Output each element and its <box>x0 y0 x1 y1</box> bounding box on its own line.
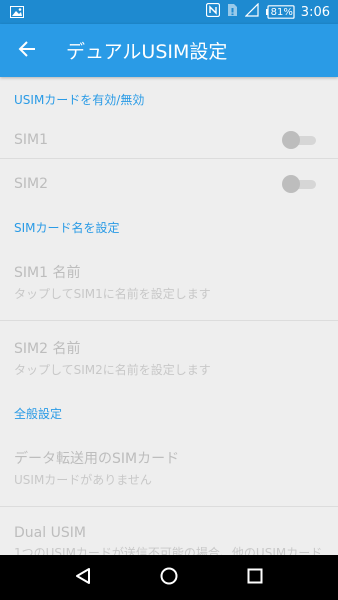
switch-thumb <box>282 175 300 193</box>
nav-recents-button[interactable] <box>235 558 275 598</box>
sim2-label: SIM2 <box>14 176 49 192</box>
dual-usim-row[interactable]: Dual USIM 1つのUSIMカードが送信不可能の場合、他のUSIMカードに… <box>0 507 338 555</box>
sim2-toggle-row[interactable]: SIM2 <box>0 159 338 209</box>
sim1-name-row[interactable]: SIM1 名前 タップしてSIM1に名前を設定します <box>0 245 338 321</box>
settings-list[interactable]: USIMカードを有効/無効 SIM1 SIM2 SIMカード名を設定 SIM1 … <box>0 77 338 555</box>
data-sim-subtitle: USIMカードがありません <box>14 473 152 487</box>
switch-thumb <box>282 130 300 149</box>
section-header-general: 全般設定 <box>14 406 63 421</box>
clock: 3:06 <box>300 4 330 20</box>
dual-usim-title: Dual USIM <box>14 525 86 541</box>
sim-status-icon <box>227 3 238 21</box>
status-bar: 81% 3:06 <box>0 0 338 24</box>
data-sim-row[interactable]: データ転送用のSIMカード USIMカードがありません <box>0 431 338 507</box>
section-header-sim-name: SIMカード名を設定 <box>14 220 120 235</box>
app-bar: デュアルUSIM設定 <box>0 24 338 77</box>
home-circle-icon <box>160 567 178 589</box>
recents-square-icon <box>247 568 263 588</box>
sim1-name-subtitle: タップしてSIM1に名前を設定します <box>14 287 211 301</box>
back-button[interactable] <box>0 24 54 77</box>
page-title: デュアルUSIM設定 <box>66 41 228 63</box>
back-triangle-icon <box>75 567 91 589</box>
sim1-switch[interactable] <box>282 130 316 149</box>
sim1-label: SIM1 <box>14 131 49 148</box>
section-header-usim-enable: USIMカードを有効/無効 <box>14 92 145 107</box>
dual-usim-subtitle: 1つのUSIMカードが送信不可能の場合、他のUSIMカードに通話を転送します。 <box>14 546 323 555</box>
nfc-icon <box>205 2 220 21</box>
image-notification-icon <box>10 3 24 22</box>
sim1-name-title: SIM1 名前 <box>14 265 81 281</box>
nav-home-button[interactable] <box>149 558 189 598</box>
navigation-bar <box>0 555 338 600</box>
nav-back-button[interactable] <box>63 558 103 598</box>
sim1-toggle-row[interactable]: SIM1 <box>0 121 338 159</box>
sim2-switch[interactable] <box>282 175 316 193</box>
battery-icon: 81% <box>265 5 295 19</box>
data-sim-title: データ転送用のSIMカード <box>14 451 180 467</box>
battery-level: 81% <box>270 6 293 18</box>
sim2-name-row[interactable]: SIM2 名前 タップしてSIM2に名前を設定します <box>0 321 338 395</box>
signal-icon <box>244 2 259 21</box>
sim2-name-title: SIM2 名前 <box>14 340 81 357</box>
sim2-name-subtitle: タップしてSIM2に名前を設定します <box>14 362 211 377</box>
arrow-left-icon <box>18 40 36 62</box>
